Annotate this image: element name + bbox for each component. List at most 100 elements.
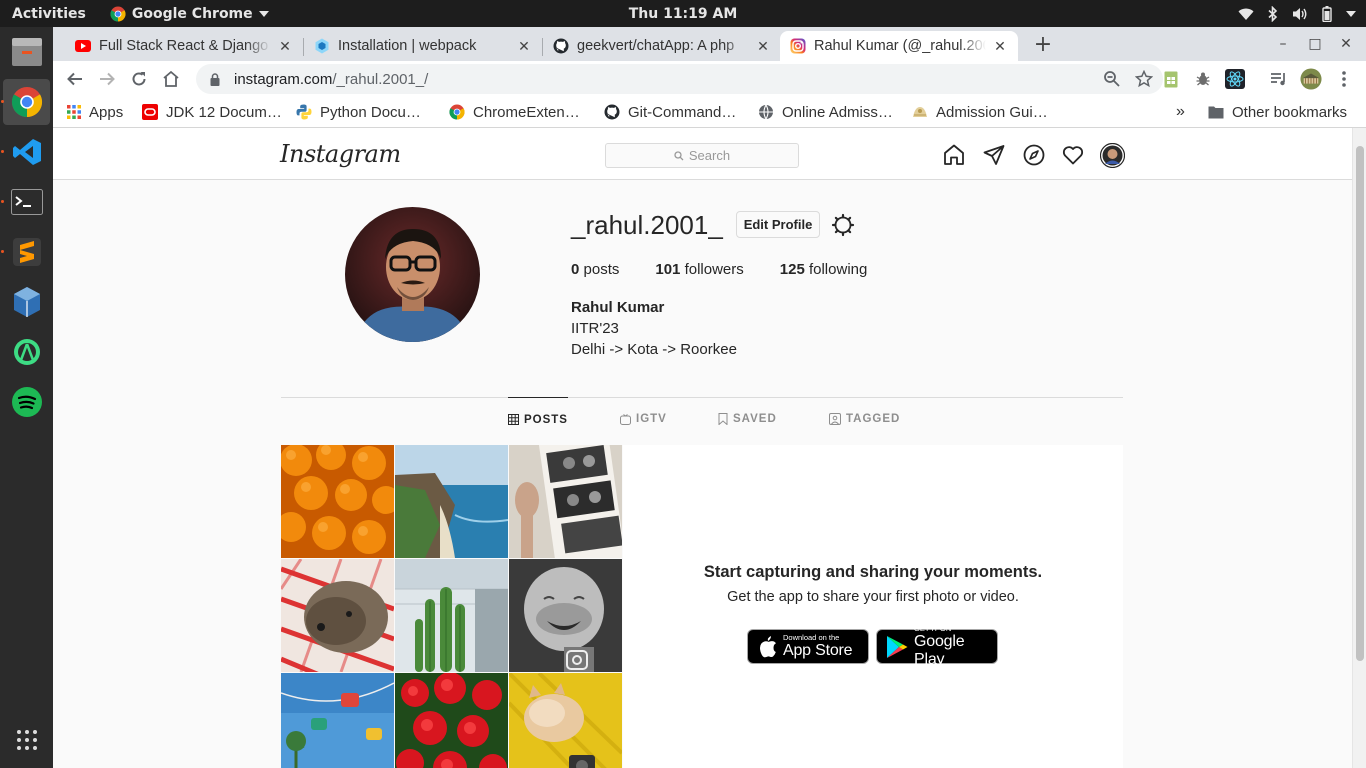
tab-posts[interactable]: POSTS [508, 397, 568, 441]
bookmark-label: ChromeExten… [473, 103, 580, 121]
chevron-down-icon[interactable] [1346, 10, 1356, 17]
wifi-icon[interactable] [1238, 7, 1254, 21]
running-indicator [1, 100, 4, 103]
browser-tab[interactable]: Installation | webpack ✕ [304, 31, 542, 61]
scrollbar-thumb[interactable] [1356, 146, 1364, 661]
address-bar[interactable]: instagram.com/_rahul.2001_/ [196, 64, 1163, 94]
url-text[interactable]: instagram.com/_rahul.2001_/ [234, 71, 428, 88]
tab-label: POSTS [524, 413, 568, 426]
tab-title: Full Stack React & Django [99, 38, 269, 54]
chrome-icon[interactable] [3, 79, 50, 125]
direct-messages-icon[interactable] [982, 143, 1006, 167]
activities-button[interactable]: Activities [0, 6, 98, 22]
reload-button[interactable] [126, 66, 152, 92]
bluetooth-icon[interactable] [1268, 5, 1278, 22]
bookmark-item[interactable]: Apps [67, 102, 123, 122]
bookmark-label: Python Docu… [320, 103, 421, 121]
sheets-extension-icon[interactable] [1160, 68, 1182, 90]
sample-photo-cactus [395, 559, 508, 672]
tab-label: IGTV [636, 413, 667, 425]
browser-tab-active[interactable]: Rahul Kumar (@_rahul.2001_) ✕ [780, 31, 1018, 61]
files-icon[interactable] [3, 29, 50, 75]
google-play-button[interactable]: GET IT ON Google Play [876, 624, 998, 668]
home-button[interactable] [158, 66, 184, 92]
home-icon[interactable] [942, 143, 966, 167]
profile-avatar-icon[interactable] [1300, 68, 1322, 90]
profile-avatar[interactable] [1100, 143, 1125, 168]
tab-title: Installation | webpack [338, 38, 477, 54]
virtualbox-icon[interactable] [3, 279, 50, 325]
sample-photo-cat [509, 673, 622, 768]
profile-bio: Rahul Kumar IITR'23 Delhi -> Kota -> Roo… [571, 297, 737, 360]
zoom-icon[interactable] [1103, 70, 1121, 88]
followers-link[interactable]: 101 followers [655, 261, 743, 278]
volume-icon[interactable] [1292, 7, 1308, 21]
lock-icon[interactable] [210, 72, 220, 86]
minimize-button[interactable]: – [1270, 31, 1296, 57]
media-queue-icon[interactable] [1268, 68, 1290, 90]
close-icon[interactable]: ✕ [992, 38, 1008, 55]
profile-stats: 0 posts 101 followers 125 following [571, 261, 903, 278]
show-applications-icon[interactable] [3, 717, 50, 763]
browser-tab[interactable]: geekvert/chatApp: A php ✕ [543, 31, 781, 61]
sample-photo-red-flowers [395, 673, 508, 768]
app-menu[interactable]: Google Chrome [110, 6, 269, 22]
profile-tabs: POSTS IGTV SAVED TAGGED [281, 397, 1123, 441]
page-scrollbar[interactable] [1352, 128, 1366, 768]
bug-extension-icon[interactable] [1192, 68, 1214, 90]
sample-photo-ferris-wheel [281, 673, 394, 768]
google-play-icon [886, 635, 908, 659]
app-store-button[interactable]: Download on the App Store [747, 629, 869, 664]
close-window-button[interactable]: ✕ [1333, 31, 1359, 57]
bookmark-item[interactable]: JDK 12 Docum… [142, 102, 282, 122]
application-dock [0, 27, 53, 768]
profile-picture[interactable] [345, 207, 480, 342]
spotify-icon[interactable] [3, 379, 50, 425]
bookmark-item[interactable]: Admission Gui… [912, 102, 1048, 122]
options-gear-icon[interactable] [831, 213, 855, 237]
sublime-text-icon[interactable] [3, 229, 50, 275]
forward-button[interactable] [94, 66, 120, 92]
chrome-menu-icon[interactable] [1333, 68, 1355, 90]
browser-tab[interactable]: Full Stack React & Django ✕ [65, 31, 303, 61]
system-tray[interactable] [1238, 0, 1356, 27]
new-tab-button[interactable]: + [1030, 33, 1056, 59]
bookmark-item[interactable]: Online Admiss… [758, 102, 893, 122]
instagram-logo[interactable]: Instagram [280, 140, 401, 168]
bookmark-item[interactable]: ChromeExten… [449, 102, 580, 122]
github-icon [553, 38, 569, 54]
bookmark-item[interactable]: Git-Command… [604, 102, 736, 122]
bio-line: Delhi -> Kota -> Roorkee [571, 341, 737, 358]
following-link[interactable]: 125 following [780, 261, 868, 278]
tab-igtv[interactable]: IGTV [620, 397, 667, 441]
back-button[interactable] [62, 66, 88, 92]
other-bookmarks-folder[interactable]: Other bookmarks [1208, 102, 1347, 122]
bookmarks-overflow-button[interactable]: » [1176, 102, 1185, 122]
edit-profile-button[interactable]: Edit Profile [736, 211, 820, 238]
bookmark-label: Git-Command… [628, 103, 737, 121]
bookmark-label: JDK 12 Docum… [166, 103, 282, 121]
running-indicator [1, 150, 4, 153]
explore-icon[interactable] [1022, 143, 1046, 167]
bookmark-star-icon[interactable] [1135, 70, 1153, 88]
activity-heart-icon[interactable] [1061, 143, 1085, 167]
search-input[interactable]: Search [605, 143, 799, 168]
close-icon[interactable]: ✕ [277, 38, 293, 55]
empty-state-panel: Start capturing and sharing your moments… [623, 445, 1123, 768]
sample-photo-dog [281, 559, 394, 672]
maximize-button[interactable]: □ [1302, 31, 1328, 57]
bookmark-item[interactable]: Python Docu… [296, 102, 421, 122]
terminal-icon[interactable] [3, 179, 50, 225]
android-studio-icon[interactable] [3, 329, 50, 375]
running-indicator [1, 250, 4, 253]
python-icon [296, 104, 312, 120]
tab-tagged[interactable]: TAGGED [829, 397, 900, 441]
battery-icon[interactable] [1322, 5, 1332, 22]
vscode-icon[interactable] [3, 129, 50, 175]
close-icon[interactable]: ✕ [755, 38, 771, 55]
react-devtools-icon[interactable] [1224, 68, 1246, 90]
sample-photo-coast [395, 445, 508, 558]
tab-saved[interactable]: SAVED [718, 397, 777, 441]
bookmark-label: Online Admiss… [782, 103, 893, 121]
close-icon[interactable]: ✕ [516, 38, 532, 55]
